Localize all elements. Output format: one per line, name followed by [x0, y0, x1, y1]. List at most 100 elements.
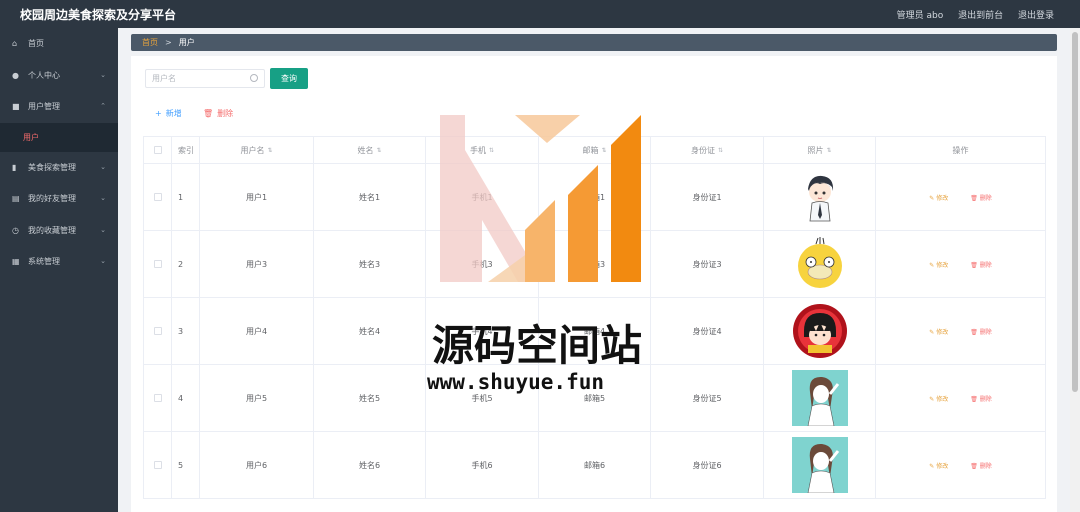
- cell-index: 1: [172, 164, 200, 230]
- row-checkbox[interactable]: [153, 260, 162, 268]
- cell-index: 5: [172, 432, 200, 498]
- delete-row-button[interactable]: 🗑 删除: [970, 193, 992, 202]
- delete-row-button[interactable]: 🗑 删除: [970, 327, 992, 336]
- table-row: 2 用户3 姓名3 手机3 邮箱3 身份证3 ✎ 修改 🗑 删除: [144, 231, 1046, 298]
- cell-name: 姓名3: [314, 231, 426, 297]
- cell-id-card: 身份证6: [651, 432, 764, 498]
- top-bar: 校园周边美食探索及分享平台 管理员 abo 退出到前台 退出登录: [0, 0, 1080, 28]
- row-checkbox[interactable]: [153, 461, 162, 469]
- add-label: 新增: [165, 109, 182, 118]
- sort-icon[interactable]: ⇅: [489, 147, 494, 154]
- header-id-card[interactable]: 身份证 ⇅: [651, 137, 764, 163]
- edit-button[interactable]: ✎ 修改: [929, 327, 948, 336]
- logout-link[interactable]: 退出登录: [1018, 11, 1054, 21]
- select-all-checkbox[interactable]: [153, 146, 162, 154]
- batch-delete-button[interactable]: 🗑 删除: [203, 108, 233, 119]
- username-search-input[interactable]: 用户名: [145, 69, 265, 88]
- app-title: 校园周边美食探索及分享平台: [20, 8, 177, 22]
- scrollbar-thumb[interactable]: [1072, 32, 1078, 392]
- header-label: 用户名: [240, 145, 265, 155]
- sort-icon[interactable]: ⇅: [826, 147, 831, 154]
- header-checkbox-cell: [144, 137, 172, 163]
- header-label: 邮箱: [582, 145, 599, 155]
- cell-email: 邮箱1: [539, 164, 651, 230]
- sidebar-item-label: 个人中心: [28, 70, 60, 80]
- delete-row-button[interactable]: 🗑 删除: [970, 260, 992, 269]
- table-header-row: 索引 用户名 ⇅ 姓名 ⇅ 手机 ⇅ 邮箱 ⇅ 身份证 ⇅ 照片 ⇅ 操作: [144, 137, 1046, 164]
- breadcrumb-home[interactable]: 首页: [142, 37, 158, 48]
- add-button[interactable]: + 新增: [155, 108, 182, 119]
- search-placeholder: 用户名: [152, 74, 176, 83]
- edit-label: 修改: [936, 328, 949, 336]
- header-phone[interactable]: 手机 ⇅: [426, 137, 539, 163]
- trash-icon: 🗑: [970, 328, 980, 336]
- cell-operations: ✎ 修改 🗑 删除: [876, 231, 1046, 297]
- delete-row-button[interactable]: 🗑 删除: [970, 394, 992, 403]
- row-checkbox-cell: [144, 298, 172, 364]
- delete-label: 删除: [979, 328, 992, 336]
- cell-photo: [764, 298, 876, 364]
- sidebar-item-food-explore[interactable]: ▮ 美食探索管理 ⌄: [0, 152, 118, 184]
- cell-operations: ✎ 修改 🗑 删除: [876, 432, 1046, 498]
- cell-photo: [764, 432, 876, 498]
- edit-button[interactable]: ✎ 修改: [929, 193, 948, 202]
- top-bar-actions: 管理员 abo 退出到前台 退出登录: [885, 8, 1054, 21]
- row-checkbox[interactable]: [153, 327, 162, 335]
- page-scrollbar[interactable]: [1070, 28, 1080, 512]
- watermark-url: www.shuyue.fun: [427, 370, 605, 394]
- grid-icon: ▦: [12, 257, 20, 267]
- cell-id-card: 身份证5: [651, 365, 764, 431]
- cell-index: 4: [172, 365, 200, 431]
- girl-red-avatar-image: [791, 303, 848, 359]
- sidebar-item-user-management[interactable]: ■ 用户管理 ⌃: [0, 91, 118, 123]
- sidebar-item-label: 美食探索管理: [28, 162, 76, 172]
- user-icon: ●: [12, 70, 19, 80]
- girl-sketch-avatar-image: [791, 437, 848, 493]
- cell-operations: ✎ 修改 🗑 删除: [876, 298, 1046, 364]
- header-operations: 操作: [876, 137, 1046, 163]
- sidebar-item-label: 用户管理: [28, 102, 60, 112]
- edit-button[interactable]: ✎ 修改: [929, 394, 948, 403]
- edit-button[interactable]: ✎ 修改: [929, 461, 948, 470]
- briefcase-icon: ■: [12, 102, 20, 112]
- sort-icon[interactable]: ⇅: [718, 147, 723, 154]
- row-checkbox[interactable]: [153, 394, 162, 402]
- chevron-down-icon: ⌄: [100, 70, 106, 79]
- breadcrumb-current: 用户: [178, 38, 195, 47]
- sort-icon[interactable]: ⇅: [376, 147, 381, 154]
- boy-avatar-image: [791, 169, 848, 225]
- sidebar-item-personal-center[interactable]: ● 个人中心 ⌄: [0, 60, 118, 92]
- sidebar-item-label: 我的好友管理: [28, 194, 76, 204]
- edit-button[interactable]: ✎ 修改: [929, 260, 948, 269]
- clock-icon: ◷: [12, 225, 19, 235]
- cell-photo: [764, 231, 876, 297]
- cell-username: 用户1: [200, 164, 314, 230]
- cell-email: 邮箱6: [539, 432, 651, 498]
- header-name[interactable]: 姓名 ⇅: [314, 137, 426, 163]
- query-button[interactable]: 查询: [270, 68, 308, 89]
- sidebar-item-system[interactable]: ▦ 系统管理 ⌄: [0, 246, 118, 278]
- row-checkbox-cell: [144, 432, 172, 498]
- row-checkbox[interactable]: [153, 193, 162, 201]
- sidebar-subitem-user[interactable]: 用户: [0, 122, 118, 152]
- sort-icon[interactable]: ⇅: [601, 147, 606, 154]
- sidebar-item-friends[interactable]: ▤ 我的好友管理 ⌄: [0, 183, 118, 215]
- trash-icon: 🗑: [203, 109, 214, 118]
- cell-email: 邮箱3: [539, 231, 651, 297]
- cell-photo: [764, 164, 876, 230]
- header-username[interactable]: 用户名 ⇅: [200, 137, 314, 163]
- header-index: 索引: [172, 137, 200, 163]
- sidebar-item-favorites[interactable]: ◷ 我的收藏管理 ⌄: [0, 215, 118, 247]
- back-to-front-link[interactable]: 退出到前台: [958, 11, 1003, 21]
- table-row: 1 用户1 姓名1 手机1 邮箱1 身份证1 ✎ 修改 🗑 删除: [144, 164, 1046, 231]
- row-checkbox-cell: [144, 164, 172, 230]
- chevron-down-icon: ⌄: [100, 257, 106, 265]
- sort-icon[interactable]: ⇅: [267, 147, 272, 154]
- trash-icon: 🗑: [970, 261, 980, 269]
- cell-phone: 手机3: [426, 231, 539, 297]
- header-email[interactable]: 邮箱 ⇅: [539, 137, 651, 163]
- edit-label: 修改: [936, 395, 949, 403]
- header-photo[interactable]: 照片 ⇅: [764, 137, 876, 163]
- sidebar-item-home[interactable]: ⌂ 首页: [0, 28, 118, 60]
- delete-row-button[interactable]: 🗑 删除: [970, 461, 992, 470]
